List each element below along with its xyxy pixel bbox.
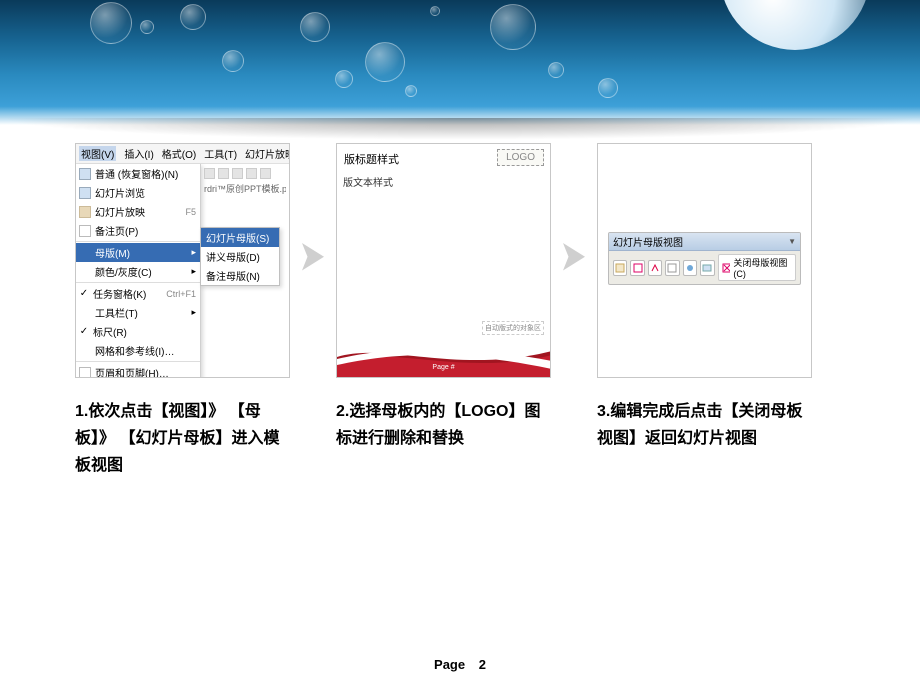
page-label: Page	[434, 657, 465, 672]
auto-layout-label: 自动版式的对象区	[482, 321, 544, 335]
card-close-master-toolbar: 幻灯片母版视图 ▼ 关闭母版视图(C)	[597, 143, 812, 378]
menu-item-master: 母版(M)▸	[76, 243, 200, 262]
toolbar-btn-4	[665, 260, 679, 276]
toolbar-btn-2	[630, 260, 644, 276]
toolbar-dropdown-icon: ▼	[788, 237, 796, 246]
step-2-caption: 2.选择母板内的【LOGO】图标进行删除和替换	[336, 398, 551, 452]
toolbar-btn-5	[683, 260, 697, 276]
master-submenu: 幻灯片母版(S) 讲义母版(D) 备注母版(N)	[200, 227, 280, 286]
menubar-view: 视图(V)	[79, 146, 116, 161]
step-3-caption: 3.编辑完成后点击【关闭母板视图】返回幻灯片视图	[597, 398, 812, 452]
editor-background: rdri™原创PPT模板.ppt.p	[201, 164, 289, 199]
slide-page-label: Page #	[432, 364, 454, 371]
hero-banner	[0, 0, 920, 125]
page-footer: Page 2	[0, 657, 920, 672]
page-number: 2	[479, 657, 486, 672]
master-view-toolbar: 幻灯片母版视图 ▼ 关闭母版视图(C)	[608, 232, 801, 285]
step-1: 视图(V) 插入(I) 格式(O) 工具(T) 幻灯片放映 rdri™原创PPT…	[75, 143, 290, 480]
card-slide-master: 版标题样式 LOGO 版文本样式 自动版式的对象区 Page #	[336, 143, 551, 378]
arrow-icon	[563, 243, 585, 276]
open-file-name: rdri™原创PPT模板.ppt.p	[204, 182, 286, 195]
arrow-icon	[302, 243, 324, 276]
steps-row: 视图(V) 插入(I) 格式(O) 工具(T) 幻灯片放映 rdri™原创PPT…	[75, 143, 875, 480]
step-1-caption: 1.依次点击【视图】》 【母板】》 【幻灯片母板】进入模板视图	[75, 398, 290, 480]
view-dropdown: 普通 (恢复窗格)(N) 幻灯片浏览 幻灯片放映F5 备注页(P) 母版(M)▸…	[76, 164, 201, 378]
logo-placeholder: LOGO	[497, 149, 544, 166]
step-2: 版标题样式 LOGO 版文本样式 自动版式的对象区 Page # 2.选择母板内…	[336, 143, 551, 452]
submenu-slide-master: 幻灯片母版(S)	[201, 228, 279, 247]
step-3: 幻灯片母版视图 ▼ 关闭母版视图(C) 3.编辑完成后点击【关闭母板	[597, 143, 812, 452]
close-master-view-button: 关闭母版视图(C)	[718, 254, 797, 281]
toolbar-btn-6	[700, 260, 714, 276]
master-title-placeholder: 版标题样式	[343, 150, 400, 168]
menubar-slideshow: 幻灯片放映	[245, 146, 290, 161]
toolbar-btn-3	[648, 260, 662, 276]
master-text-placeholder: 版文本样式	[343, 174, 393, 189]
card-menu-screenshot: 视图(V) 插入(I) 格式(O) 工具(T) 幻灯片放映 rdri™原创PPT…	[75, 143, 290, 378]
slide-footer-swoosh	[337, 337, 551, 377]
menubar: 视图(V) 插入(I) 格式(O) 工具(T) 幻灯片放映	[76, 144, 289, 164]
menubar-tools: 工具(T)	[204, 146, 237, 161]
toolbar-title: 幻灯片母版视图	[613, 234, 683, 249]
toolbar-btn-1	[613, 260, 627, 276]
menubar-format: 格式(O)	[162, 146, 196, 161]
menubar-insert: 插入(I)	[124, 146, 153, 161]
